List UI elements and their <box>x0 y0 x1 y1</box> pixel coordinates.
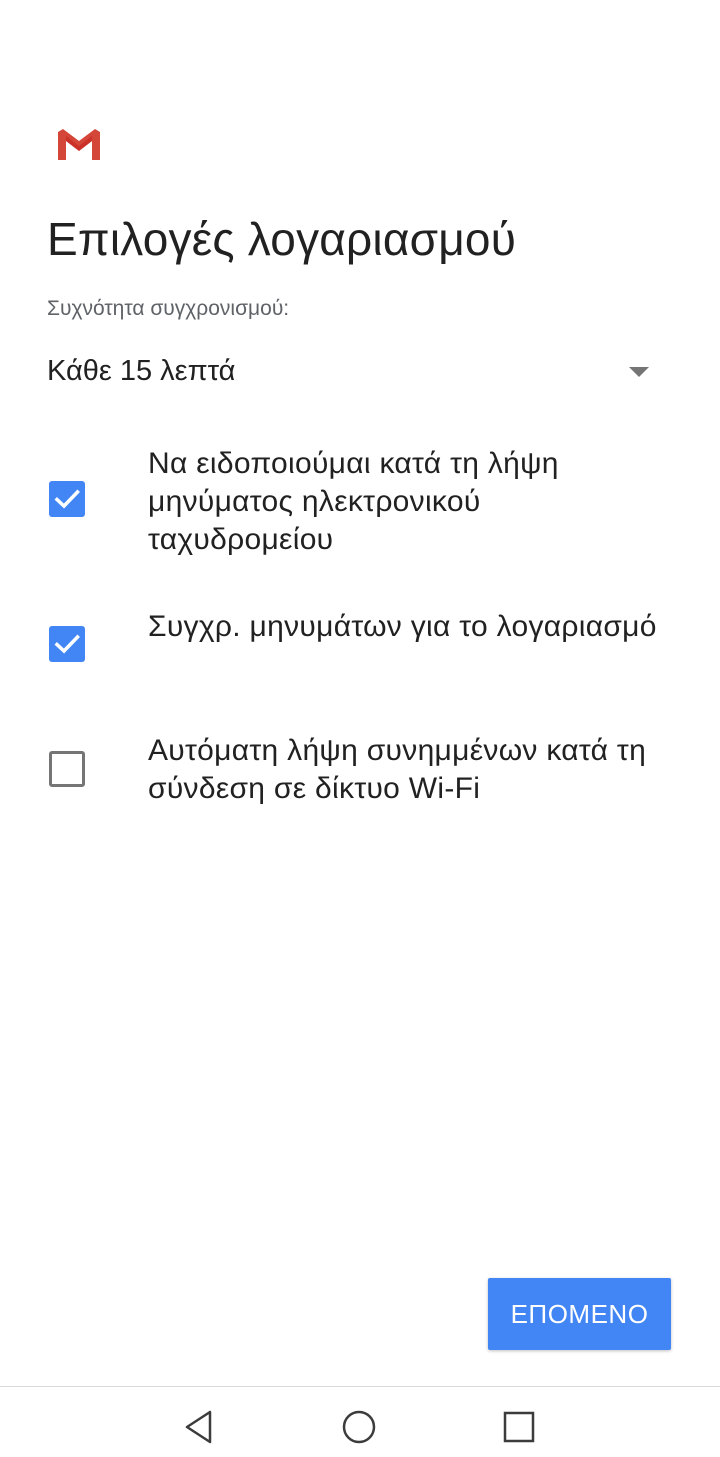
sync-frequency-dropdown[interactable]: Κάθε 15 λεπτά <box>47 345 657 401</box>
system-navigation-bar <box>0 1386 720 1457</box>
option-auto-download-attachments[interactable]: Αυτόματη λήψη συνημμένων κατά τη σύνδεση… <box>0 732 720 814</box>
option-notify-on-email[interactable]: Να ειδοποιούμαι κατά τη λήψη μηνύματος η… <box>0 445 720 565</box>
auto-download-label: Αυτόματη λήψη συνημμένων κατά τη σύνδεση… <box>148 734 647 805</box>
notify-checkbox[interactable] <box>49 481 85 517</box>
checkmark-icon <box>54 634 80 654</box>
page-title: Επιλογές λογαριασμού <box>47 213 517 265</box>
account-options-screen: Επιλογές λογαριασμού Συχνότητα συγχρονισ… <box>0 0 720 1457</box>
sync-frequency-value: Κάθε 15 λεπτά <box>47 355 236 387</box>
notify-label: Να ειδοποιούμαι κατά τη λήψη μηνύματος η… <box>148 447 559 556</box>
dropdown-arrow-icon <box>629 367 649 377</box>
auto-download-checkbox[interactable] <box>49 751 85 787</box>
back-triangle-icon[interactable] <box>180 1407 220 1447</box>
sync-frequency-label: Συχνότητα συγχρονισμού: <box>47 297 290 320</box>
next-button[interactable]: ΕΠΟΜΕΝΟ <box>488 1278 671 1350</box>
home-circle-icon[interactable] <box>339 1407 379 1447</box>
checkmark-icon <box>54 489 80 509</box>
recents-square-icon[interactable] <box>499 1407 539 1447</box>
sync-messages-checkbox[interactable] <box>49 626 85 662</box>
gmail-icon <box>58 129 100 160</box>
option-sync-messages[interactable]: Συγχρ. μηνυμάτων για το λογαριασμό <box>0 608 720 690</box>
sync-messages-label: Συγχρ. μηνυμάτων για το λογαριασμό <box>148 610 657 643</box>
